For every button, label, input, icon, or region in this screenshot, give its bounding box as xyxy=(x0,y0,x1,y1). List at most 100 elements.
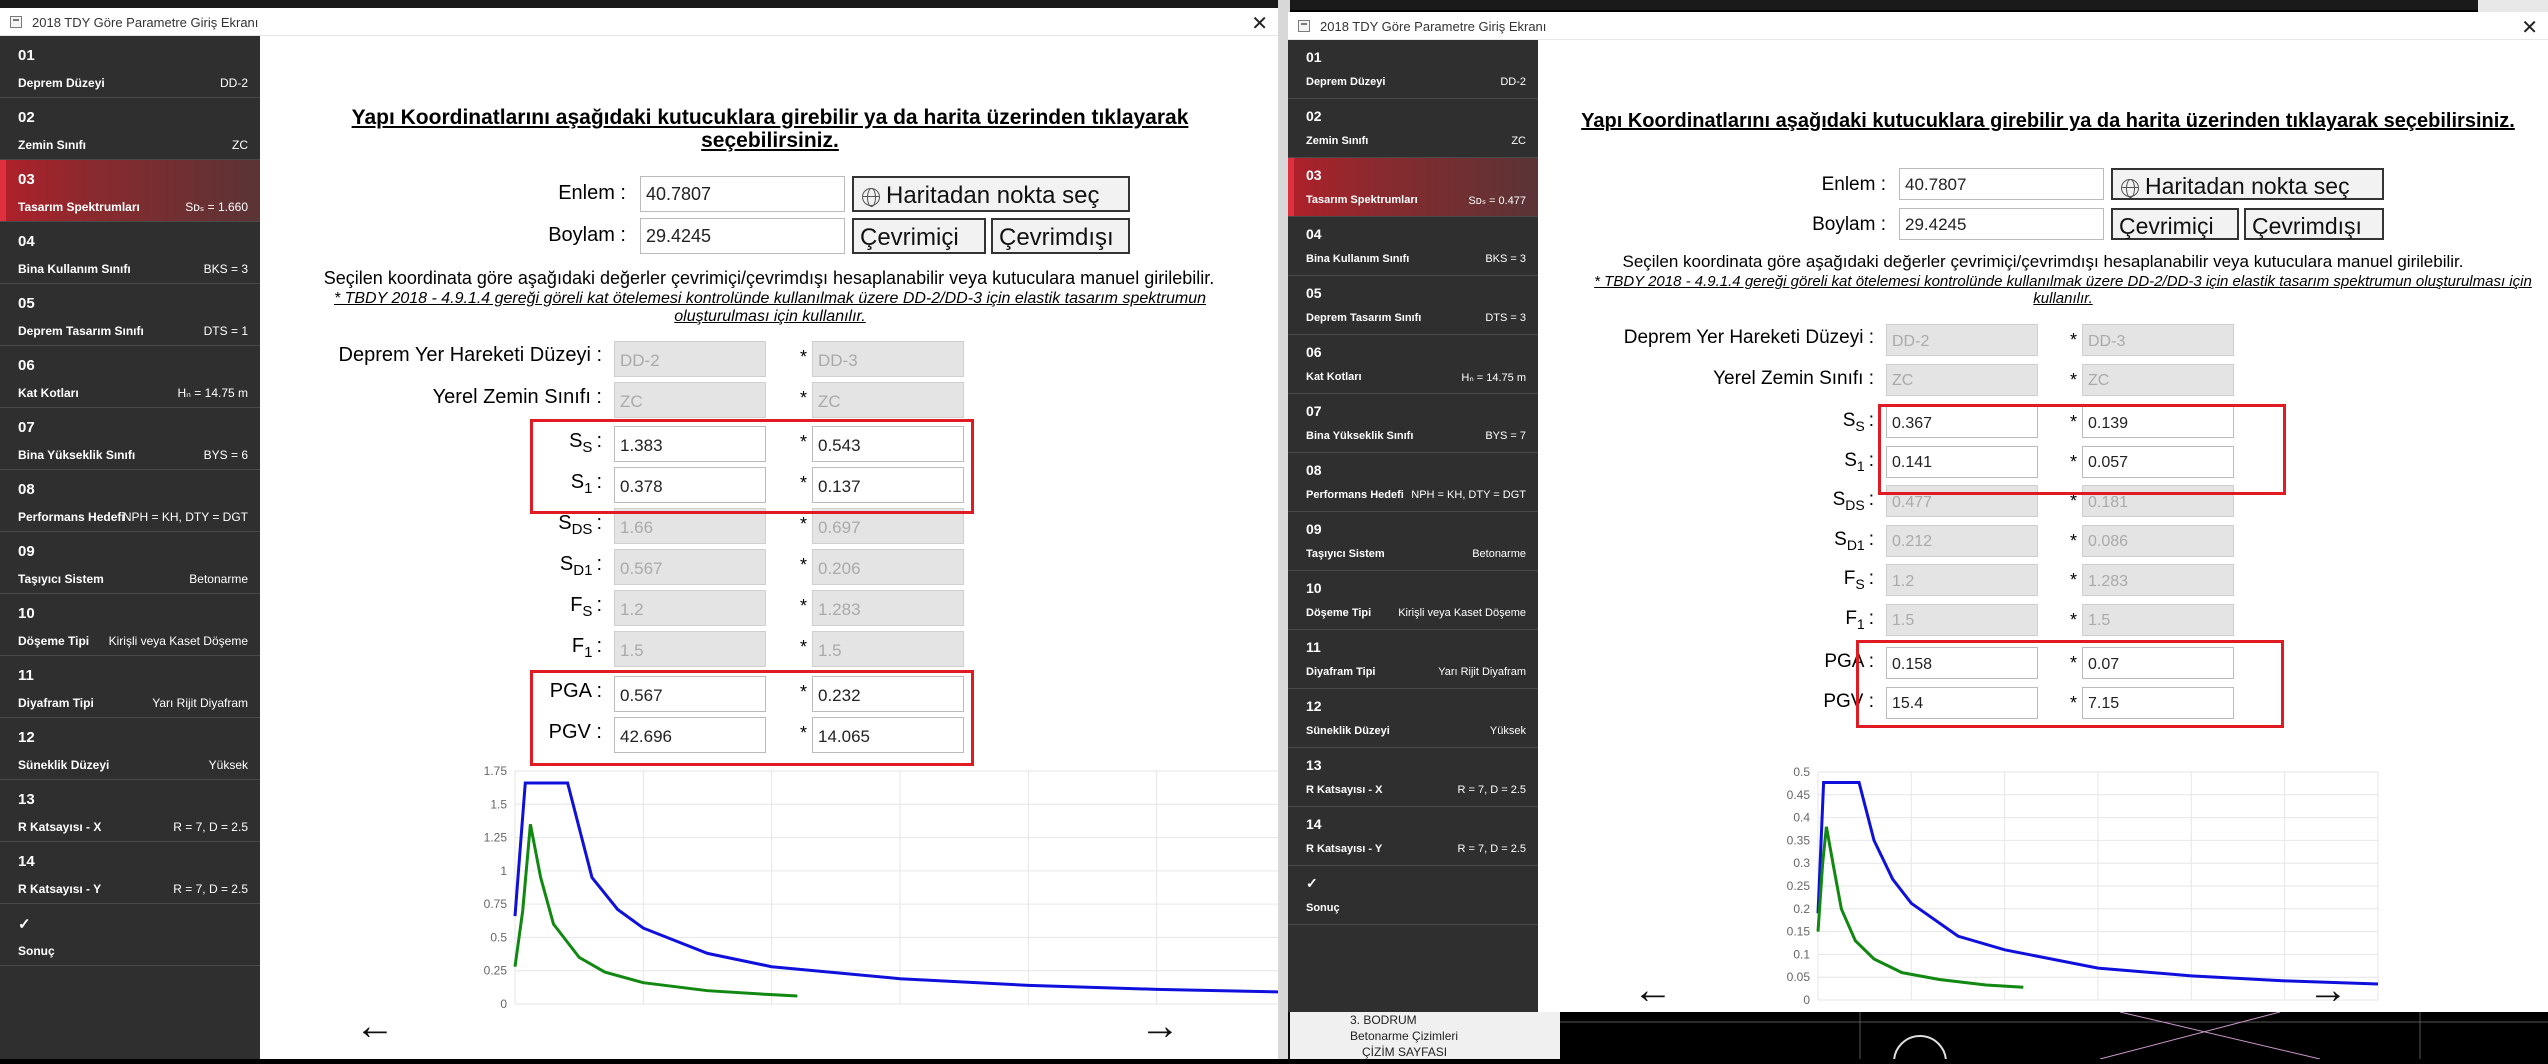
step-03[interactable]: 03 Tasarım Spektrumları Sᴅₛ = 0.477 xyxy=(1288,158,1538,217)
step-number: 03 xyxy=(18,171,35,188)
close-icon[interactable]: ✕ xyxy=(1251,11,1268,36)
step-sonuc[interactable]: ✓ Sonuç xyxy=(1288,866,1538,925)
pick-from-map-button[interactable]: Haritadan nokta seç xyxy=(2111,168,2384,200)
step-13[interactable]: 13 R Katsayısı - X R = 7, D = 2.5 xyxy=(0,780,260,842)
step-label: Deprem Tasarım Sınıfı xyxy=(18,324,144,338)
step-11[interactable]: 11 Diyafram Tipi Yarı Rijit Diyafram xyxy=(0,656,260,718)
step-02[interactable]: 02 Zemin Sınıfı ZC xyxy=(0,98,260,160)
dd3-marker: * xyxy=(2070,609,2078,630)
step-06[interactable]: 06 Kat Kotları Hₙ = 14.75 m xyxy=(0,346,260,408)
step-number: 05 xyxy=(1306,285,1322,301)
tree-item[interactable]: Betonarme Çizimleri xyxy=(1350,1029,1458,1043)
step-number: ✓ xyxy=(18,916,31,933)
step-label: Zemin Sınıfı xyxy=(18,138,87,152)
step-label: Süneklik Düzeyi xyxy=(18,758,110,772)
offline-button[interactable]: Çevrimdışı xyxy=(991,218,1130,254)
pick-from-map-label: Haritadan nokta seç xyxy=(2145,172,2350,199)
step-12[interactable]: 12 Süneklik Düzeyi Yüksek xyxy=(0,718,260,780)
fs-label: FS: xyxy=(282,594,602,620)
step-sonuc[interactable]: ✓ Sonuç xyxy=(0,904,260,966)
y-tick-label: 0.5 xyxy=(1793,765,1810,779)
step-07[interactable]: 07 Bina Yükseklik Sınıfı BYS = 7 xyxy=(1288,394,1538,453)
step-10[interactable]: 10 Döşeme Tipi Kirişli veya Kaset Döşeme xyxy=(0,594,260,656)
sds-colon: : xyxy=(1868,489,1874,510)
enlem-input[interactable]: 40.7807 xyxy=(640,176,845,212)
sd1-label: SD1: xyxy=(282,553,602,579)
step-04[interactable]: 04 Bina Kullanım Sınıfı BKS = 3 xyxy=(0,222,260,284)
step-value: BYS = 6 xyxy=(203,448,248,462)
step-value: DD-2 xyxy=(1500,76,1526,88)
step-01[interactable]: 01 Deprem Düzeyi DD-2 xyxy=(1288,40,1538,99)
dd-dd3-field: DD-3 xyxy=(812,341,964,377)
tree-item[interactable]: ÇİZİM SAYFASI xyxy=(1362,1045,1447,1059)
step-09[interactable]: 09 Taşıyıcı Sistem Betonarme xyxy=(1288,512,1538,571)
step-label: Deprem Düzeyi xyxy=(18,76,105,90)
f1-colon: : xyxy=(1868,607,1874,629)
boylam-input[interactable]: 29.4245 xyxy=(1899,208,2104,240)
step-10[interactable]: 10 Döşeme Tipi Kirişli veya Kaset Döşeme xyxy=(1288,571,1538,630)
fs-colon: : xyxy=(596,594,602,616)
step-08[interactable]: 08 Performans Hedefi NPH = KH, DTY = DGT xyxy=(1288,453,1538,512)
step-12[interactable]: 12 Süneklik Düzeyi Yüksek xyxy=(1288,689,1538,748)
online-button[interactable]: Çevrimiçi xyxy=(2111,208,2239,240)
step-label: Döşeme Tipi xyxy=(1306,607,1372,619)
fs-dd2-field: 1.2 xyxy=(1886,564,2038,596)
step-09[interactable]: 09 Taşıyıcı Sistem Betonarme xyxy=(0,532,260,594)
previous-arrow-icon[interactable]: ← xyxy=(355,1006,395,1046)
close-icon[interactable]: ✕ xyxy=(2521,15,2538,40)
step-14[interactable]: 14 R Katsayısı - Y R = 7, D = 2.5 xyxy=(1288,807,1538,866)
step-number: 13 xyxy=(18,791,35,808)
step-11[interactable]: 11 Diyafram Tipi Yarı Rijit Diyafram xyxy=(1288,630,1538,689)
dd-dd3-field: DD-3 xyxy=(2082,324,2234,356)
cad-drawing xyxy=(1560,1011,2548,1064)
step-02[interactable]: 02 Zemin Sınıfı ZC xyxy=(1288,99,1538,158)
y-tick-label: 0.5 xyxy=(490,930,507,944)
step-05[interactable]: 05 Deprem Tasarım Sınıfı DTS = 3 xyxy=(1288,276,1538,335)
step-05[interactable]: 05 Deprem Tasarım Sınıfı DTS = 1 xyxy=(0,284,260,346)
boylam-input[interactable]: 29.4245 xyxy=(640,218,845,254)
step-04[interactable]: 04 Bina Kullanım Sınıfı BKS = 3 xyxy=(1288,217,1538,276)
step-03[interactable]: 03 Tasarım Spektrumları Sᴅₛ = 1.660 xyxy=(0,160,260,222)
f1-dd3-field: 1.5 xyxy=(812,631,964,667)
step-08[interactable]: 08 Performans Hedefi NPH = KH, DTY = DGT xyxy=(0,470,260,532)
y-tick-label: 0.45 xyxy=(1787,788,1811,802)
step-label: Bina Yükseklik Sınıfı xyxy=(18,448,136,462)
f1-symbol: F xyxy=(1845,607,1857,629)
dd3-marker: * xyxy=(800,596,808,616)
next-arrow-icon[interactable]: → xyxy=(1140,1006,1180,1046)
step-06[interactable]: 06 Kat Kotları Hₙ = 14.75 m xyxy=(1288,335,1538,394)
step-label: Zemin Sınıfı xyxy=(1306,135,1369,147)
pick-from-map-button[interactable]: Haritadan nokta seç xyxy=(852,176,1130,212)
enlem-label: Enlem : xyxy=(558,182,626,204)
f1-dd2-field: 1.5 xyxy=(614,631,766,667)
pga-label: PGA : xyxy=(1824,651,1874,672)
fs-subscript: S xyxy=(1855,575,1865,592)
step-label: Döşeme Tipi xyxy=(18,634,90,648)
step-01[interactable]: 01 Deprem Düzeyi DD-2 xyxy=(0,36,260,98)
previous-arrow-icon[interactable]: ← xyxy=(1633,970,1673,1010)
online-button[interactable]: Çevrimiçi xyxy=(852,218,986,254)
step-13[interactable]: 13 R Katsayısı - X R = 7, D = 2.5 xyxy=(1288,748,1538,807)
step-14[interactable]: 14 R Katsayısı - Y R = 7, D = 2.5 xyxy=(0,842,260,904)
zemin-dd2-field: ZC xyxy=(614,382,766,418)
step-number: 08 xyxy=(1306,462,1322,478)
spectrum-chart: 0 0.25 0.5 0.75 1 1.25 1.5 1.75 xyxy=(484,764,1278,1011)
next-arrow-icon[interactable]: → xyxy=(2308,970,2348,1010)
step-value: Betonarme xyxy=(189,572,248,586)
step-value: R = 7, D = 2.5 xyxy=(173,820,248,834)
step-value: R = 7, D = 2.5 xyxy=(1457,784,1526,796)
zemin-label: Yerel Zemin Sınıfı : xyxy=(432,386,602,408)
s1-colon: : xyxy=(1868,449,1874,471)
offline-button[interactable]: Çevrimdışı xyxy=(2244,208,2384,240)
step-number: 04 xyxy=(1306,226,1322,242)
enlem-input[interactable]: 40.7807 xyxy=(1899,168,2104,200)
boylam-label: Boylam : xyxy=(548,224,626,246)
step-label: Bina Kullanım Sınıfı xyxy=(1306,253,1410,265)
step-number: 08 xyxy=(18,481,35,498)
sd1-colon: : xyxy=(596,553,602,575)
step-07[interactable]: 07 Bina Yükseklik Sınıfı BYS = 6 xyxy=(0,408,260,470)
sd1-colon: : xyxy=(1868,528,1874,550)
y-tick-label: 0.25 xyxy=(484,964,508,978)
tree-item[interactable]: 3. BODRUM xyxy=(1350,1013,1417,1027)
sd1-symbol: S xyxy=(559,553,574,575)
